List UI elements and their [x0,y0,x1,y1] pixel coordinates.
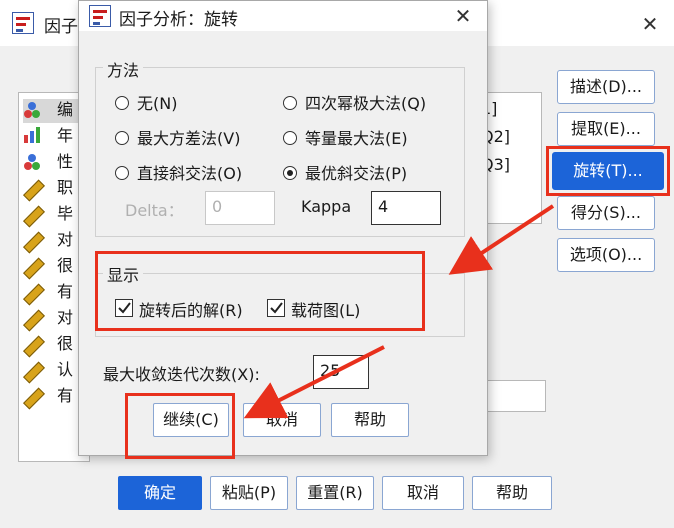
arrow-to-display-group [448,204,555,275]
annotation-arrows [243,204,555,419]
arrow-to-continue-button [243,345,385,419]
